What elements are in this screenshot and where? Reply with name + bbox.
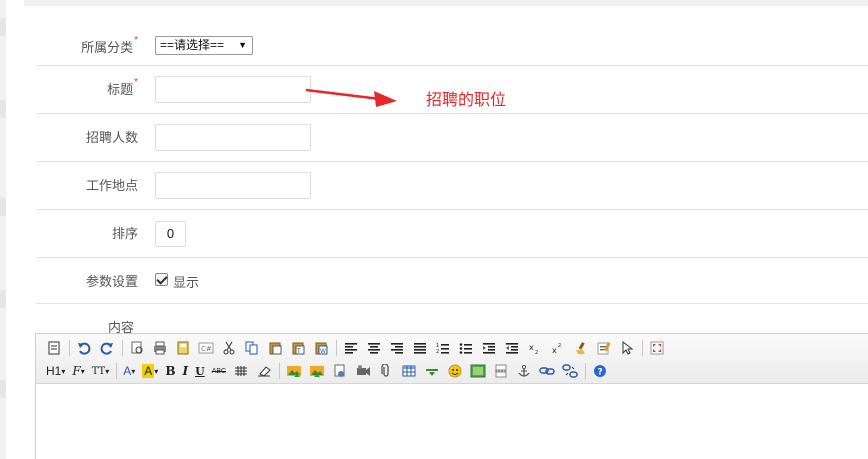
- required-mark: *: [134, 77, 138, 88]
- fullscreen-icon[interactable]: [647, 338, 667, 358]
- toolbar-separator: [336, 340, 337, 356]
- heading-dropdown[interactable]: H1 ▾: [44, 361, 67, 381]
- unordered-list-icon[interactable]: [456, 338, 476, 358]
- annotation-arrow: [305, 88, 397, 107]
- svg-text:2: 2: [558, 343, 561, 349]
- title-input[interactable]: [155, 76, 311, 103]
- svg-text:2: 2: [436, 349, 439, 354]
- toolbar-row-2: H1 ▾ F ▾ TT ▾ A ▾ A ▾ B I U ABC ?: [44, 360, 613, 382]
- strikethrough-button[interactable]: ABC: [210, 361, 228, 381]
- cut-icon[interactable]: [219, 338, 239, 358]
- headcount-input[interactable]: [155, 124, 311, 151]
- dropdown-arrow-icon: ▼: [238, 40, 247, 50]
- align-right-icon[interactable]: [387, 338, 407, 358]
- select-all-icon[interactable]: [594, 338, 614, 358]
- location-input[interactable]: [155, 172, 311, 199]
- help-icon[interactable]: ?: [590, 361, 610, 381]
- highlight-color-dropdown[interactable]: A ▾: [140, 361, 160, 381]
- italic-button[interactable]: I: [180, 361, 190, 381]
- paste-text-icon[interactable]: T: [288, 338, 308, 358]
- category-select[interactable]: ==请选择== ▼: [155, 36, 253, 55]
- outdent-icon[interactable]: [502, 338, 522, 358]
- editor-content-area[interactable]: [36, 385, 868, 459]
- indent-icon[interactable]: [479, 338, 499, 358]
- toolbar-row-1: C# T W 12 x2 x2: [44, 337, 670, 359]
- font-family-dropdown[interactable]: F ▾: [70, 361, 86, 381]
- image-insert-icon[interactable]: [284, 361, 304, 381]
- redo-icon[interactable]: [97, 338, 117, 358]
- table-grid-icon[interactable]: [231, 361, 251, 381]
- order-label: 排序: [111, 226, 138, 241]
- table-icon[interactable]: [399, 361, 419, 381]
- annotation-text: 招聘的职位: [426, 92, 507, 109]
- order-input[interactable]: 0: [155, 221, 186, 247]
- top-divider: [24, 0, 868, 6]
- undo-icon[interactable]: [74, 338, 94, 358]
- rich-text-editor: C# T W 12 x2 x2 H1 ▾ F ▾ TT ▾ A ▾ A ▾ B …: [35, 333, 868, 459]
- code-icon[interactable]: C#: [196, 338, 216, 358]
- toolbar-separator: [585, 363, 587, 379]
- emoticon-icon[interactable]: [445, 361, 465, 381]
- paste-icon[interactable]: [265, 338, 285, 358]
- required-mark: *: [134, 35, 138, 46]
- svg-text:T: T: [296, 348, 301, 355]
- svg-text:x: x: [529, 343, 534, 352]
- link-icon[interactable]: [537, 361, 557, 381]
- forecolor-dropdown[interactable]: A ▾: [121, 361, 137, 381]
- headcount-label: 招聘人数: [85, 130, 138, 145]
- multi-image-icon[interactable]: [307, 361, 327, 381]
- params-label: 参数设置: [85, 274, 138, 289]
- bold-button[interactable]: B: [163, 361, 177, 381]
- preview-icon[interactable]: [127, 338, 147, 358]
- show-checkbox[interactable]: [155, 273, 168, 286]
- align-justify-icon[interactable]: [410, 338, 430, 358]
- baidu-map-icon[interactable]: [468, 361, 488, 381]
- horizontal-rule-icon[interactable]: [422, 361, 442, 381]
- category-label: 所属分类*: [81, 35, 138, 55]
- page-break-icon[interactable]: [491, 361, 511, 381]
- svg-text:C#: C#: [201, 345, 212, 353]
- paste-word-icon[interactable]: W: [311, 338, 331, 358]
- left-edge-strip: [0, 0, 6, 459]
- anchor-icon[interactable]: [514, 361, 534, 381]
- align-left-icon[interactable]: [341, 338, 361, 358]
- show-checkbox-label: 显示: [173, 275, 200, 290]
- attachment-icon[interactable]: [376, 361, 396, 381]
- flash-icon[interactable]: [330, 361, 350, 381]
- toolbar-separator: [279, 363, 281, 379]
- underline-button[interactable]: U: [193, 361, 207, 381]
- template-icon[interactable]: [173, 338, 193, 358]
- eraser-icon[interactable]: [254, 361, 274, 381]
- media-icon[interactable]: [353, 361, 373, 381]
- clear-format-icon[interactable]: [571, 338, 591, 358]
- toolbar-separator: [116, 363, 118, 379]
- source-icon[interactable]: [44, 338, 64, 358]
- unlink-icon[interactable]: [560, 361, 580, 381]
- svg-text:?: ?: [598, 368, 603, 378]
- toolbar-separator: [69, 340, 70, 356]
- title-label: 标题*: [107, 77, 138, 97]
- font-size-dropdown[interactable]: TT ▾: [90, 361, 112, 381]
- toolbar-separator: [642, 340, 643, 356]
- ordered-list-icon[interactable]: 12: [433, 338, 453, 358]
- select-icon[interactable]: [617, 338, 637, 358]
- svg-text:x: x: [552, 346, 557, 354]
- subscript-icon[interactable]: x2: [525, 338, 545, 358]
- superscript-icon[interactable]: x2: [548, 338, 568, 358]
- svg-text:W: W: [320, 348, 326, 355]
- print-icon[interactable]: [150, 338, 170, 358]
- align-center-icon[interactable]: [364, 338, 384, 358]
- svg-text:2: 2: [535, 350, 538, 354]
- editor-toolbar: C# T W 12 x2 x2 H1 ▾ F ▾ TT ▾ A ▾ A ▾ B …: [36, 334, 868, 384]
- toolbar-separator: [122, 340, 123, 356]
- copy-icon[interactable]: [242, 338, 262, 358]
- location-label: 工作地点: [85, 178, 138, 193]
